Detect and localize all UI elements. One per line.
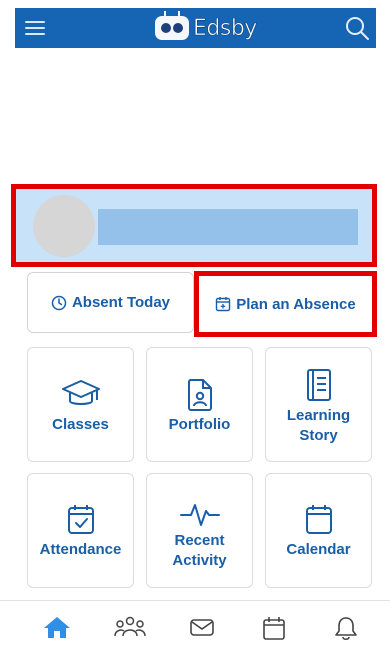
app-header: Edsby <box>15 8 376 48</box>
absent-today-button[interactable]: Absent Today <box>27 272 194 333</box>
graduation-cap-icon <box>61 380 100 405</box>
portfolio-document-icon <box>187 379 212 411</box>
classes-label: Classes <box>52 416 109 433</box>
portfolio-label: Portfolio <box>168 416 231 433</box>
calendar-tile[interactable]: Calendar <box>265 473 372 588</box>
calendar-icon <box>305 505 332 534</box>
tab-home[interactable] <box>41 615 73 643</box>
plan-absence-label: Plan an Absence <box>236 295 356 313</box>
clock-icon <box>51 295 67 310</box>
people-icon <box>114 616 146 637</box>
profile-bar[interactable] <box>16 189 372 262</box>
tab-notifications[interactable] <box>330 615 362 643</box>
app-name: Edsby <box>193 15 258 41</box>
profile-highlight[interactable] <box>11 184 377 267</box>
attendance-tile[interactable]: Attendance <box>27 473 134 588</box>
recent-activity-tile[interactable]: Recent Activity <box>146 473 253 588</box>
classes-tile[interactable]: Classes <box>27 347 134 462</box>
calendar-plus-icon <box>216 297 231 312</box>
activity-pulse-icon <box>179 504 220 526</box>
tab-people[interactable] <box>114 615 146 643</box>
edsby-logo: Edsby <box>155 11 258 43</box>
search-icon[interactable] <box>344 15 370 41</box>
portfolio-tile[interactable]: Portfolio <box>146 347 253 462</box>
owl-logo-icon <box>155 11 189 40</box>
learning-story-label: Learning Story <box>286 407 351 444</box>
home-icon <box>44 617 70 638</box>
learning-story-tile[interactable]: Learning Story <box>265 347 372 462</box>
absent-today-label: Absent Today <box>71 294 171 311</box>
bottom-tab-bar <box>0 600 390 646</box>
bell-icon <box>335 617 357 641</box>
calendar-label: Calendar <box>286 541 351 558</box>
calendar-icon <box>263 617 285 640</box>
mail-icon <box>190 619 214 636</box>
plan-absence-button[interactable]: Plan an Absence <box>194 271 377 337</box>
attendance-label: Attendance <box>39 541 122 558</box>
hamburger-menu-icon[interactable] <box>25 17 47 39</box>
recent-activity-label: Recent Activity <box>172 532 227 569</box>
avatar <box>33 195 95 257</box>
tab-mail[interactable] <box>186 615 218 643</box>
calendar-check-icon <box>67 505 94 534</box>
user-name-redacted <box>98 209 358 245</box>
book-icon <box>306 369 331 401</box>
tab-calendar[interactable] <box>258 615 290 643</box>
